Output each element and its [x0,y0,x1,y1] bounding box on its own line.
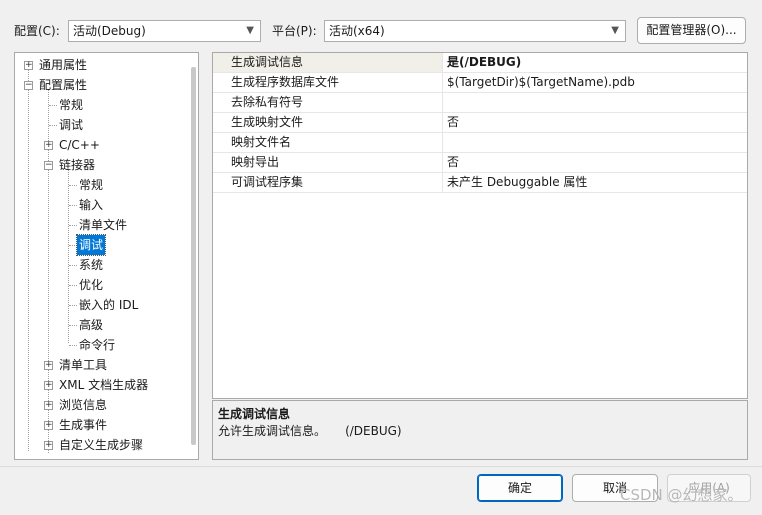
collapse-minus-icon[interactable]: − [24,81,33,90]
expand-plus-icon[interactable]: + [44,141,53,150]
property-row[interactable]: 去除私有符号 [213,93,747,113]
property-row[interactable]: 生成映射文件 否 [213,113,747,133]
expand-plus-icon[interactable]: + [44,421,53,430]
description-title: 生成调试信息 [218,407,291,421]
property-row[interactable]: 生成程序数据库文件 $(TargetDir)$(TargetName).pdb [213,73,747,93]
property-row[interactable]: 映射导出 否 [213,153,747,173]
property-tree[interactable]: + 通用属性 − 配置属性 常规 调试 + C/C++ − 链接器 常规 输入 … [14,52,199,460]
expand-plus-icon[interactable]: + [24,61,33,70]
property-row[interactable]: 可调试程序集 未产生 Debuggable 属性 [213,173,747,193]
config-select[interactable]: 活动(Debug) ▼ [68,20,261,42]
tree-connector [68,169,69,343]
config-manager-button[interactable]: 配置管理器(O)... [637,17,746,44]
expand-plus-icon[interactable]: + [44,441,53,450]
expand-plus-icon[interactable]: + [44,361,53,370]
config-value: 活动(Debug) [73,24,146,38]
divider [0,466,762,467]
expand-plus-icon[interactable]: + [44,401,53,410]
platform-label: 平台(P): [272,24,317,38]
config-label: 配置(C): [14,24,60,38]
tree-scrollbar[interactable] [191,67,196,445]
description-text: 允许生成调试信息。 (/DEBUG) [218,424,402,438]
chevron-down-icon: ▼ [611,25,619,36]
platform-value: 活动(x64) [329,24,385,38]
platform-select[interactable]: 活动(x64) ▼ [324,20,626,42]
property-row[interactable]: 生成调试信息 是(/DEBUG) [213,53,747,73]
watermark: CSDN @幻想家。 [620,486,743,504]
collapse-minus-icon[interactable]: − [44,161,53,170]
ok-button[interactable]: 确定 [477,474,563,502]
property-grid[interactable]: 生成调试信息 是(/DEBUG) 生成程序数据库文件 $(TargetDir)$… [212,52,748,399]
property-row[interactable]: 映射文件名 [213,133,747,153]
chevron-down-icon: ▼ [246,25,254,36]
tree-connector [28,67,29,451]
expand-plus-icon[interactable]: + [44,381,53,390]
description-pane: 生成调试信息 允许生成调试信息。 (/DEBUG) [212,400,748,460]
